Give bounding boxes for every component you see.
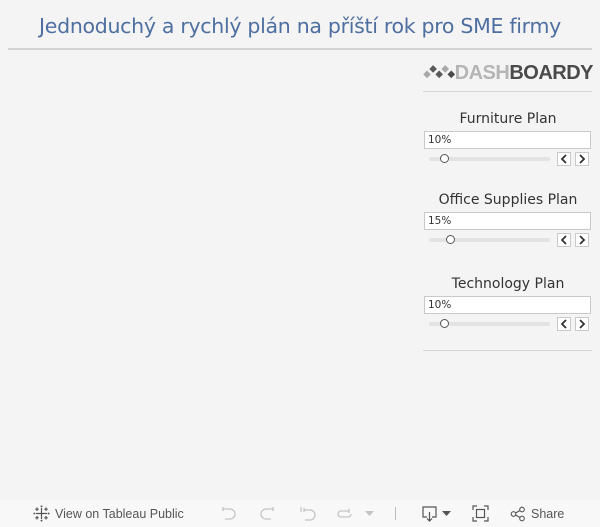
- panel-bottom-divider: [423, 350, 592, 351]
- param-title: Office Supplies Plan: [438, 192, 578, 208]
- logo-wordmark-dark: BOARDY: [509, 61, 593, 84]
- view-on-tableau-public-label: View on Tableau Public: [55, 506, 184, 521]
- refresh-options-dropdown[interactable]: [365, 500, 374, 527]
- title-divider: [8, 48, 592, 50]
- revert-icon: [300, 506, 316, 521]
- view-on-tableau-public-button[interactable]: View on Tableau Public: [33, 500, 184, 527]
- diamond-cluster-logo-icon: [423, 65, 456, 79]
- chevron-right-icon: [579, 319, 586, 329]
- param-title: Furniture Plan: [459, 111, 557, 127]
- download-icon: [422, 505, 437, 522]
- chevron-left-icon: [560, 235, 567, 245]
- tableau-toolbar: View on Tableau Public Share: [0, 500, 600, 527]
- param-slider-row: [423, 231, 593, 249]
- param-title: Technology Plan: [451, 276, 565, 292]
- step-prev-button[interactable]: [557, 317, 571, 331]
- tableau-logo-icon: [33, 505, 50, 522]
- step-next-button[interactable]: [575, 317, 589, 331]
- dropdown-caret-icon: [365, 510, 374, 516]
- logo-divider: [423, 91, 592, 92]
- undo-button[interactable]: [219, 500, 237, 527]
- dashboardy-logo: DASHBOARDY: [423, 58, 593, 88]
- viz-canvas: [8, 52, 420, 492]
- param-slider-row: [423, 150, 593, 168]
- redo-button[interactable]: [259, 500, 277, 527]
- slider-thumb[interactable]: [446, 235, 456, 244]
- dashboard-title: Jednoduchý a rychlý plán na příští rok p…: [39, 14, 561, 38]
- slider-thumb[interactable]: [440, 319, 450, 328]
- param-office-supplies-plan: Office Supplies Plan 15%: [423, 190, 593, 249]
- share-button[interactable]: Share: [510, 500, 564, 527]
- logo-wordmark-light: DASH: [454, 61, 510, 84]
- chevron-right-icon: [579, 235, 586, 245]
- undo-icon: [222, 506, 236, 520]
- param-furniture-plan: Furniture Plan 10%: [423, 109, 593, 168]
- toolbar-separator: [395, 507, 396, 520]
- download-button[interactable]: [421, 500, 451, 527]
- share-label: Share: [531, 506, 565, 521]
- param-value-input[interactable]: 10%: [424, 131, 591, 149]
- step-prev-button[interactable]: [557, 233, 571, 247]
- chevron-left-icon: [560, 154, 567, 164]
- step-next-button[interactable]: [575, 233, 589, 247]
- dropdown-caret-icon: [442, 510, 451, 516]
- share-icon: [510, 506, 525, 521]
- refresh-button[interactable]: [336, 500, 354, 527]
- param-technology-plan: Technology Plan 10%: [423, 274, 593, 333]
- chevron-right-icon: [579, 154, 586, 164]
- fullscreen-button[interactable]: [472, 500, 489, 527]
- step-next-button[interactable]: [575, 152, 589, 166]
- logo-wordmark: DASHBOARDY: [454, 61, 594, 85]
- revert-button[interactable]: [299, 500, 317, 527]
- param-value-input[interactable]: 15%: [424, 212, 591, 230]
- chevron-left-icon: [560, 319, 567, 329]
- refresh-icon: [337, 508, 352, 518]
- slider-thumb[interactable]: [440, 154, 450, 163]
- step-prev-button[interactable]: [557, 152, 571, 166]
- fullscreen-icon: [472, 505, 489, 522]
- param-value-input[interactable]: 10%: [424, 296, 591, 314]
- redo-icon: [260, 506, 274, 520]
- param-slider-row: [423, 315, 593, 333]
